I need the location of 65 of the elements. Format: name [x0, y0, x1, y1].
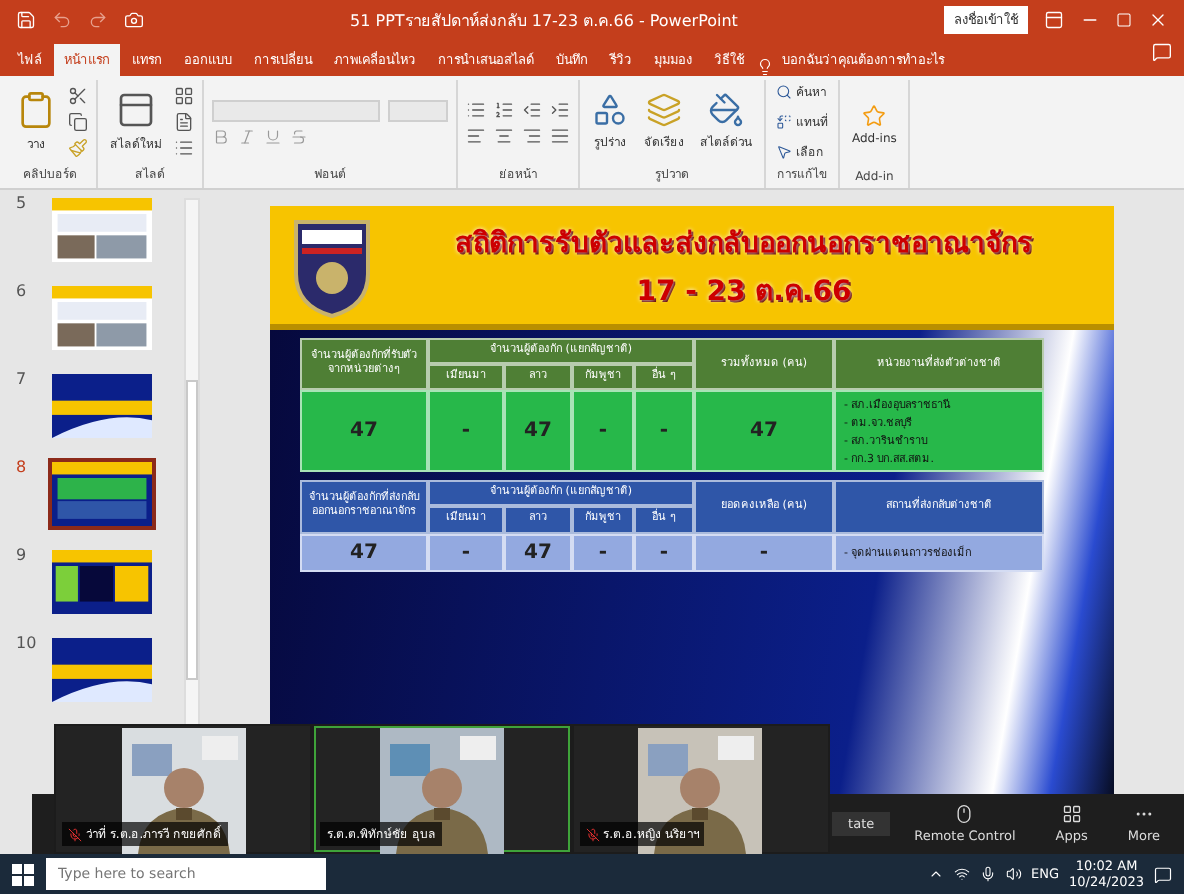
slide-number: 5	[16, 194, 29, 216]
increase-indent-icon	[550, 99, 570, 119]
toolbar-icon	[954, 804, 975, 824]
network-icon	[953, 866, 970, 882]
table-cell: -	[428, 390, 504, 473]
slide-thumbnail[interactable]	[48, 458, 156, 530]
table-cell: -	[572, 533, 634, 572]
justify-icon	[550, 125, 570, 145]
slide-number: 7	[16, 370, 29, 392]
muted-mic-icon	[585, 827, 600, 841]
copy-icon	[68, 112, 88, 132]
table-cell: 47	[694, 390, 834, 473]
table-cell: -	[694, 533, 834, 572]
undo-icon	[52, 10, 72, 30]
windows-logo-icon[interactable]	[12, 863, 34, 885]
underline-icon	[264, 127, 282, 145]
slide-icon	[116, 90, 156, 130]
microphone-icon	[979, 866, 996, 882]
strikethrough-icon	[290, 127, 308, 145]
chevron-up-icon	[927, 866, 944, 882]
italic-icon	[238, 127, 256, 145]
slide-thumbnail[interactable]	[48, 546, 156, 618]
ribbon-options-icon	[1044, 10, 1064, 30]
restore-icon	[1116, 12, 1132, 28]
save-icon	[16, 10, 36, 30]
table-cell: -	[634, 390, 694, 473]
volume-icon	[1005, 866, 1022, 882]
toolbar-icon	[1061, 804, 1082, 824]
slide-number: 9	[16, 546, 29, 568]
clipboard-icon	[16, 90, 56, 130]
close-icon	[1148, 10, 1168, 30]
window-title: 51 PPTรายสัปดาห์ส่งกลับ 17-23 ต.ค.66 - PowerPoint	[348, 9, 740, 33]
comments-icon	[1152, 42, 1172, 62]
table-cell: -	[572, 390, 634, 473]
align-center-icon	[494, 125, 514, 145]
slide-subtitle: 17 - 23 ต.ค.66	[636, 273, 852, 311]
bullets-icon	[466, 99, 486, 119]
table-cell: -	[428, 533, 504, 572]
decrease-indent-icon	[522, 99, 542, 119]
bold-icon	[212, 127, 230, 145]
cut-icon	[68, 86, 88, 106]
numbering-icon	[494, 99, 514, 119]
layout-icon	[174, 86, 194, 106]
slide-thumbnail[interactable]	[48, 370, 156, 442]
slide-thumbnail[interactable]	[48, 194, 156, 266]
muted-mic-icon	[68, 827, 82, 841]
notifications-icon	[1154, 865, 1172, 883]
add-in-icon	[862, 104, 887, 128]
section-icon	[174, 138, 194, 158]
slide-title: สถิติการรับตัวและส่งกลับออกนอกราชอาณาจักร	[455, 225, 1033, 263]
reset-icon	[174, 112, 194, 132]
slide-thumbnail[interactable]	[48, 282, 156, 354]
align-left-icon	[466, 125, 486, 145]
slide-number: 6	[16, 282, 29, 304]
redo-icon	[88, 10, 108, 30]
table-cell: 47	[300, 533, 428, 572]
table-cell: 47	[504, 390, 572, 473]
table-cell: 47	[300, 390, 428, 473]
table-cell: -	[634, 533, 694, 572]
align-right-icon	[522, 125, 542, 145]
format-painter-icon	[68, 138, 88, 158]
slide-thumbnail[interactable]	[48, 634, 156, 706]
table-cell: 47	[504, 533, 572, 572]
slide-number: 8	[16, 458, 29, 480]
slide-number: 10	[16, 634, 36, 656]
